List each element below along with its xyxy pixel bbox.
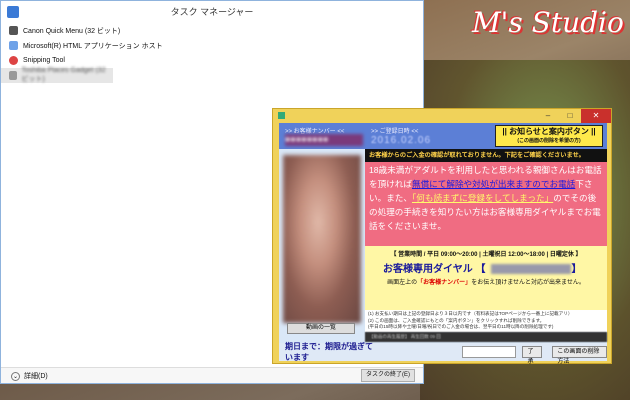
- task-manager-titlebar[interactable]: タスク マネージャー: [1, 1, 423, 23]
- minimize-button[interactable]: –: [537, 109, 559, 123]
- close-button[interactable]: ✕: [581, 109, 611, 123]
- notice-button-title: || お知らせと案内ボタン ||: [502, 127, 596, 136]
- left-column: 動画の一覧: [279, 149, 365, 343]
- maximize-button[interactable]: □: [559, 109, 581, 123]
- process-name: Microsoft(R) HTML アプリケーション ホスト: [23, 42, 163, 50]
- playback-history: 【動画の再生履歴】 再生回数 09 回: [365, 332, 607, 342]
- process-item[interactable]: Canon Quick Menu (32 ビット): [1, 23, 423, 38]
- popup-body: >> お客様ナンバー << ●●●●●●●● >> ご登録日時 << 2016.…: [279, 123, 607, 343]
- process-name: Canon Quick Menu (32 ビット): [23, 27, 121, 35]
- gadget-icon: [9, 71, 17, 80]
- desktop-logo: M's Studio: [472, 6, 624, 39]
- process-name: Snipping Tool: [23, 57, 65, 64]
- business-hours: 【 営業時間 / 平日 09:00～20:00 | 土曜祝日 12:00～18:…: [390, 252, 582, 258]
- fine-print: (1) お支払い期日は上記の登録日より３日以内です（有料表記はTOPページから一…: [365, 310, 607, 332]
- chevron-down-icon: ⌄: [11, 371, 20, 381]
- notice-text: 画面左上の: [387, 280, 418, 286]
- video-list-button[interactable]: 動画の一覧: [287, 323, 355, 334]
- notice-red-text: 「お客様ナンバー」: [417, 280, 472, 286]
- dial-label: お客様専用ダイヤル: [383, 264, 473, 275]
- fine-print-line: (平日の15時以降や土曜/日曜/祝日でのご入金の場合は、翌平日の11時以降の削除…: [368, 324, 554, 329]
- process-item[interactable]: Snipping Tool: [1, 53, 423, 68]
- popup-bottom-bar: 期日まで：期限が過ぎています 了承 この画面の削除方法: [279, 342, 607, 365]
- process-list: Canon Quick Menu (32 ビット) Microsoft(R) H…: [1, 23, 423, 83]
- dial-bracket: 【: [475, 264, 486, 275]
- popup-app-icon: [278, 112, 285, 119]
- dial-number: [491, 264, 572, 275]
- notice-button[interactable]: || お知らせと案内ボタン || (この画面の削除を希望の方): [495, 125, 603, 147]
- delete-method-button[interactable]: この画面の削除方法: [552, 346, 607, 365]
- registration-date-label: >> ご登録日時 <<: [371, 129, 419, 135]
- notice-text: をお伝え頂けませんと対応が出来ません。: [471, 280, 585, 286]
- details-label: 詳細(D): [24, 373, 48, 380]
- confirm-button[interactable]: 了承: [522, 346, 543, 365]
- notice-button-subtitle: (この画面の削除を希望の方): [517, 138, 581, 144]
- message-link[interactable]: 無償にて解除や対処が出来ますのでお電話: [412, 179, 575, 189]
- deadline-text: 期日まで：期限が過ぎています: [285, 342, 373, 362]
- dial-bracket: 】: [571, 264, 582, 275]
- html-app-icon: [9, 41, 18, 50]
- code-input[interactable]: [461, 346, 517, 358]
- task-manager-title: タスク マネージャー: [170, 7, 254, 17]
- right-column: お客様からのご入金の確認が取れておりません。下記をご確認くださいませ。 18歳未…: [365, 149, 607, 343]
- task-manager-footer: ⌄ 詳細(D) タスクの終了(E): [1, 367, 423, 383]
- support-hours-panel: 【 営業時間 / 平日 09:00～20:00 | 土曜祝日 12:00～18:…: [365, 246, 607, 310]
- notice-line: 画面左上の「お客様ナンバー」をお伝え頂けませんと対応が出来ません。: [365, 277, 607, 286]
- task-manager-icon: [7, 6, 19, 18]
- ransom-popup-window: – □ ✕ >> お客様ナンバー << ●●●●●●●● >> ご登録日時 <<…: [272, 108, 612, 365]
- process-item[interactable]: Microsoft(R) HTML アプリケーション ホスト: [1, 38, 423, 53]
- blurred-photo: [283, 155, 361, 323]
- fine-print-line: (1) お支払い期日は上記の登録日より３日以内です（有料表記はTOPページから一…: [368, 311, 573, 316]
- customer-number-value: ●●●●●●●●: [285, 134, 363, 146]
- warning-message: 18歳未満がアダルトを利用したと思われる親御さんはお電話を頂ければ無償にて解除や…: [365, 162, 607, 246]
- popup-header: >> お客様ナンバー << ●●●●●●●● >> ご登録日時 << 2016.…: [279, 123, 607, 149]
- details-toggle[interactable]: ⌄ 詳細(D): [11, 371, 48, 381]
- canon-icon: [9, 26, 18, 35]
- process-item[interactable]: Toshiba Places Gadget (32 ビット): [1, 67, 113, 83]
- support-dial: お客様専用ダイヤル 【 】: [365, 260, 607, 275]
- message-highlight: 「何も読まずに登録をしてしまった」: [411, 193, 554, 203]
- end-task-button[interactable]: タスクの終了(E): [361, 369, 415, 382]
- popup-titlebar[interactable]: – □ ✕: [273, 109, 611, 123]
- alert-bar: お客様からのご入金の確認が取れておりません。下記をご確認くださいませ。: [365, 149, 607, 162]
- registration-date-value: 2016.02.06: [371, 135, 432, 146]
- scissors-icon: [9, 56, 18, 65]
- process-name: Toshiba Places Gadget (32 ビット): [21, 67, 106, 83]
